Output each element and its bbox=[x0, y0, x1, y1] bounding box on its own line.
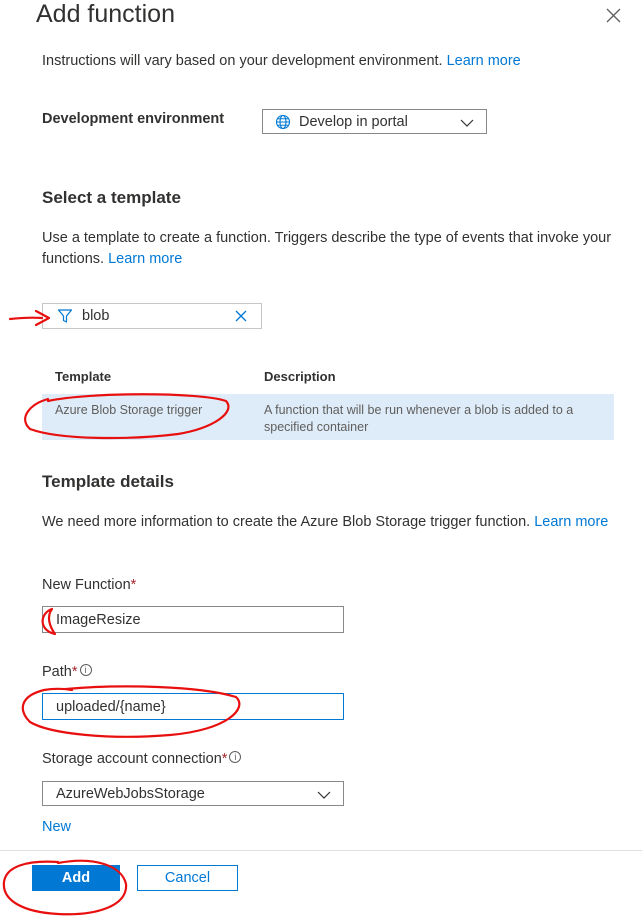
storage-connection-value: AzureWebJobsStorage bbox=[56, 785, 205, 802]
chevron-down-icon bbox=[317, 788, 331, 804]
row-template-name: Azure Blob Storage trigger bbox=[55, 403, 203, 417]
details-learn-more-link[interactable]: Learn more bbox=[534, 514, 608, 530]
intro-text-body: Instructions will vary based on your dev… bbox=[42, 53, 443, 69]
storage-connection-dropdown[interactable]: AzureWebJobsStorage bbox=[42, 781, 344, 806]
globe-icon bbox=[275, 114, 291, 130]
template-details-heading: Template details bbox=[42, 472, 174, 491]
chevron-down-icon bbox=[460, 116, 474, 132]
intro-text: Instructions will vary based on your dev… bbox=[42, 51, 602, 70]
dev-env-value: Develop in portal bbox=[299, 113, 408, 130]
close-icon[interactable] bbox=[604, 6, 624, 26]
table-row[interactable]: Azure Blob Storage trigger A function th… bbox=[42, 394, 614, 440]
template-description: Use a template to create a function. Tri… bbox=[42, 228, 622, 270]
new-connection-link[interactable]: New bbox=[42, 819, 71, 835]
select-template-heading: Select a template bbox=[42, 188, 181, 207]
required-mark: * bbox=[130, 577, 137, 593]
path-value: uploaded/{name} bbox=[56, 698, 166, 715]
footer-divider bbox=[0, 850, 642, 851]
info-icon[interactable]: i bbox=[229, 751, 242, 763]
details-description: We need more information to create the A… bbox=[42, 512, 622, 533]
template-filter-input[interactable]: blob bbox=[42, 303, 262, 329]
new-function-value: ImageResize bbox=[56, 611, 141, 628]
required-mark: * bbox=[71, 664, 78, 680]
panel-title: Add function bbox=[36, 0, 175, 28]
filter-value: blob bbox=[82, 308, 110, 324]
info-icon[interactable]: i bbox=[79, 664, 92, 676]
new-function-input[interactable]: ImageResize bbox=[42, 606, 344, 633]
path-label-text: Path bbox=[42, 664, 72, 680]
clear-filter-icon[interactable] bbox=[234, 309, 248, 328]
required-mark: * bbox=[221, 751, 228, 767]
row-template-description: A function that will be run whenever a b… bbox=[264, 403, 574, 434]
add-button[interactable]: Add bbox=[32, 865, 120, 891]
filter-icon bbox=[57, 308, 73, 324]
path-input[interactable]: uploaded/{name} bbox=[42, 693, 344, 720]
details-description-text: We need more information to create the A… bbox=[42, 514, 531, 530]
column-header-template: Template bbox=[55, 369, 112, 384]
intro-learn-more-link[interactable]: Learn more bbox=[447, 53, 521, 69]
path-label: Path* i bbox=[42, 664, 92, 680]
dev-env-dropdown[interactable]: Develop in portal bbox=[262, 109, 487, 134]
storage-label-text: Storage account connection bbox=[42, 751, 222, 767]
template-learn-more-link[interactable]: Learn more bbox=[108, 251, 182, 267]
column-header-description: Description bbox=[264, 369, 336, 384]
new-function-label-text: New Function bbox=[42, 577, 131, 593]
new-function-label: New Function* bbox=[42, 577, 136, 593]
cancel-button[interactable]: Cancel bbox=[137, 865, 238, 891]
dev-env-label: Development environment bbox=[42, 111, 225, 127]
storage-label: Storage account connection* i bbox=[42, 751, 242, 767]
